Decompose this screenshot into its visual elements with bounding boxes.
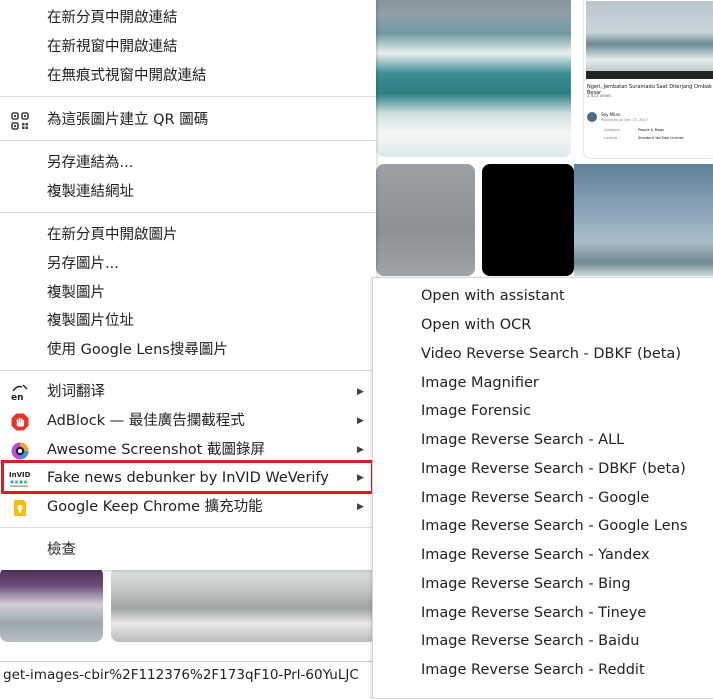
menu-item-adblock-extension[interactable]: AdBlock — 最佳廣告攔截程式 ▶: [0, 407, 376, 436]
channel-name: Sby Milan: [601, 112, 621, 117]
submenu-item-reverse-search-google-lens[interactable]: Image Reverse Search - Google Lens: [421, 512, 687, 540]
submenu-item-reverse-search-dbkf[interactable]: Image Reverse Search - DBKF (beta): [421, 455, 686, 483]
channel-avatar: [587, 112, 597, 122]
google-keep-icon: [11, 499, 29, 517]
menu-item-label: 複製圖片: [47, 285, 105, 301]
menu-item-label: 在新分頁中開啟圖片: [47, 227, 178, 243]
submenu-item-open-with-assistant[interactable]: Open with assistant: [421, 282, 565, 310]
menu-item-create-qr[interactable]: 為這張圖片建立 QR 圖碼: [0, 106, 376, 135]
submenu-arrow-icon: ▶: [357, 502, 364, 512]
menu-item-open-link-incognito[interactable]: 在無痕式視窗中開啟連結: [0, 62, 376, 91]
menu-item-save-image-as[interactable]: 另存圖片...: [0, 250, 376, 279]
submenu-item-video-reverse-search-dbkf[interactable]: Video Reverse Search - DBKF (beta): [421, 340, 681, 368]
menu-item-label: 為這張圖片建立 QR 圖碼: [47, 112, 209, 128]
menu-separator: [0, 212, 376, 213]
menu-item-translate-extension[interactable]: en 划词翻译 ▶: [0, 378, 376, 407]
menu-item-open-image-new-tab[interactable]: 在新分頁中開啟圖片: [0, 221, 376, 250]
submenu-item-reverse-search-all[interactable]: Image Reverse Search - ALL: [421, 426, 624, 454]
awesome-screenshot-icon: [11, 442, 29, 460]
menu-item-copy-image-address[interactable]: 複製圖片位址: [0, 307, 376, 336]
video-controls-bar: [586, 71, 713, 79]
submenu-item-image-forensic[interactable]: Image Forensic: [421, 397, 531, 425]
publish-date: Published on Dec 13, 2017: [601, 118, 648, 122]
submenu-item-image-magnifier[interactable]: Image Magnifier: [421, 369, 539, 397]
submenu-item-open-with-ocr[interactable]: Open with OCR: [421, 311, 531, 339]
image-result-wave-left[interactable]: [0, 567, 103, 642]
menu-item-open-link-new-window[interactable]: 在新視窗中開啟連結: [0, 33, 376, 62]
license-label: License: [604, 136, 618, 140]
menu-item-label: Google Keep Chrome 擴充功能: [47, 499, 263, 515]
translate-icon-text: en: [11, 393, 24, 402]
submenu-arrow-icon: ▶: [357, 416, 364, 426]
menu-item-label: 另存圖片...: [47, 256, 119, 272]
submenu-item-reverse-search-bing[interactable]: Image Reverse Search - Bing: [421, 570, 631, 598]
adblock-icon: [11, 413, 29, 431]
image-result-youtube-card[interactable]: Ngeri, Jembatan Suramadu Saat Diterjang …: [583, 0, 713, 159]
menu-item-label: 划词翻译: [47, 384, 105, 400]
image-result-wave-middle[interactable]: [111, 567, 376, 642]
menu-separator: [0, 96, 376, 97]
image-result-sky[interactable]: [574, 164, 713, 276]
submenu-arrow-icon: ▶: [357, 387, 364, 397]
menu-item-label: 檢查: [47, 542, 76, 558]
image-result-black[interactable]: [482, 164, 574, 276]
submenu-item-reverse-search-yandex[interactable]: Image Reverse Search - Yandex: [421, 541, 650, 569]
submenu-item-reverse-search-tineye[interactable]: Image Reverse Search - Tineye: [421, 599, 646, 627]
image-result-wave-1[interactable]: [376, 0, 571, 157]
menu-item-label: AdBlock — 最佳廣告攔截程式: [47, 413, 245, 429]
category-label: Category: [604, 128, 620, 132]
status-bar-url: get-images-cbir%2F112376%2F173qF10-Prl-6…: [0, 661, 378, 688]
menu-item-label: 另存連結為...: [47, 155, 134, 171]
invid-submenu: Open with assistant Open with OCR Video …: [372, 277, 713, 699]
menu-item-label: 使用 Google Lens搜尋圖片: [47, 342, 228, 358]
video-thumbnail: [586, 1, 713, 79]
menu-item-label: 在無痕式視窗中開啟連結: [47, 68, 207, 84]
menu-item-label: 複製圖片位址: [47, 313, 134, 329]
menu-separator: [0, 140, 376, 141]
menu-item-save-link-as[interactable]: 另存連結為...: [0, 149, 376, 178]
qr-code-icon: [11, 112, 29, 130]
menu-item-label: 在新視窗中開啟連結: [47, 39, 178, 55]
menu-item-copy-image[interactable]: 複製圖片: [0, 279, 376, 308]
menu-item-inspect[interactable]: 檢查: [0, 536, 376, 565]
menu-separator: [0, 370, 376, 371]
image-result-gray[interactable]: [376, 164, 475, 276]
submenu-item-reverse-search-reddit[interactable]: Image Reverse Search - Reddit: [421, 656, 645, 684]
menu-item-copy-link-address[interactable]: 複製連結網址: [0, 178, 376, 207]
menu-item-google-keep-extension[interactable]: Google Keep Chrome 擴充功能 ▶: [0, 493, 376, 522]
submenu-item-reverse-search-baidu[interactable]: Image Reverse Search - Baidu: [421, 627, 639, 655]
menu-item-search-google-lens[interactable]: 使用 Google Lens搜尋圖片: [0, 336, 376, 365]
submenu-item-reverse-search-google[interactable]: Image Reverse Search - Google: [421, 484, 649, 512]
menu-item-open-link-new-tab[interactable]: 在新分頁中開啟連結: [0, 4, 376, 33]
translate-icon: en: [11, 384, 29, 403]
menu-separator: [0, 527, 376, 528]
video-views: 2,423 views: [587, 93, 612, 98]
highlight-box: [1, 460, 374, 494]
license-value: Standard YouTube License: [638, 136, 684, 140]
menu-item-label: 在新分頁中開啟連結: [47, 10, 178, 26]
category-value: People & Blogs: [638, 128, 665, 132]
menu-item-label: 複製連結網址: [47, 184, 134, 200]
